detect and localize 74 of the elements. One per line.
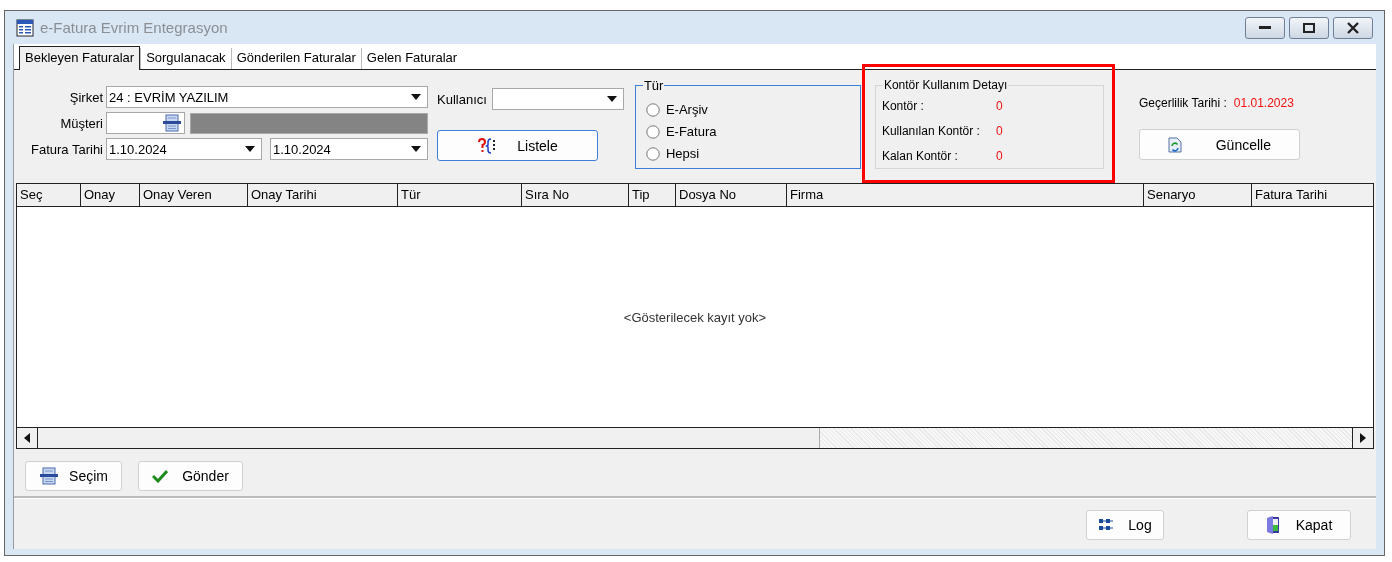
scroll-thumb[interactable]	[38, 428, 820, 448]
close-icon	[1346, 21, 1360, 34]
query-icon	[477, 137, 498, 154]
combo-value: 1.10.2024	[109, 141, 168, 157]
column-header[interactable]: Fatura Tarihi	[1252, 184, 1373, 206]
dropdown-arrow-icon	[411, 94, 421, 100]
field-label: Fatura Tarihi	[30, 141, 103, 157]
radio-label: Hepsi	[665, 146, 700, 161]
minimize-button[interactable]	[1245, 16, 1285, 39]
validity-date: 01.01.2023	[1233, 96, 1294, 110]
date-dropdown[interactable]: 1.10.2024	[270, 138, 428, 160]
field-label: Müşteri	[59, 115, 103, 131]
close-button[interactable]	[1333, 16, 1373, 39]
left-arrow-icon	[24, 433, 30, 443]
tab[interactable]: Bekleyen Faturalar	[19, 46, 141, 70]
scanner-icon	[39, 467, 60, 485]
scroll-left-button[interactable]	[17, 428, 38, 448]
lookup-icon	[162, 114, 182, 132]
log-button[interactable]: Log	[1086, 510, 1164, 540]
column-header[interactable]: Tür	[398, 184, 522, 206]
dropdown-arrow-icon	[411, 146, 421, 152]
customer-field[interactable]	[106, 112, 185, 134]
credit-label: Kontör :	[881, 99, 925, 113]
list-button[interactable]: Listele	[437, 130, 598, 161]
update-button[interactable]: Güncelle	[1138, 129, 1300, 160]
credit-value: 0	[995, 124, 1003, 138]
horizontal-scrollbar[interactable]	[17, 427, 1373, 448]
column-header[interactable]: Firma	[787, 184, 1144, 206]
credit-value: 0	[995, 149, 1003, 163]
radio-button[interactable]	[645, 124, 660, 139]
column-header[interactable]: Sıra No	[522, 184, 629, 206]
column-header[interactable]: Tip	[629, 184, 676, 206]
field-label: Şirket	[68, 89, 103, 105]
minimize-icon	[1259, 25, 1271, 30]
column-header[interactable]: Onay	[81, 184, 140, 206]
field-label: Kullanıcı	[437, 91, 487, 107]
credit-label: Kalan Kontör :	[881, 149, 959, 163]
send-button[interactable]: Gönder	[138, 461, 243, 491]
close-button[interactable]: Kapat	[1247, 510, 1351, 540]
radio-button[interactable]	[645, 102, 660, 117]
scroll-right-button[interactable]	[1352, 428, 1373, 448]
company-dropdown[interactable]: 24 : EVRİM YAZILIM	[106, 86, 428, 108]
combo-value: 1.10.2024	[273, 141, 332, 157]
empty-message: <Gösterilecek kayıt yok>	[623, 309, 767, 325]
tab[interactable]: Gönderilen Faturalar	[230, 48, 361, 69]
combo-value: 24 : EVRİM YAZILIM	[109, 89, 230, 105]
radio-label: E-Arşiv	[665, 102, 708, 117]
column-header[interactable]: Senaryo	[1144, 184, 1252, 206]
column-header[interactable]: Dosya No	[676, 184, 787, 206]
form-icon	[16, 18, 34, 37]
right-arrow-icon	[1360, 433, 1366, 443]
radio-label: E-Fatura	[665, 124, 717, 139]
dropdown-arrow-icon	[606, 96, 617, 102]
door-icon	[1265, 516, 1280, 534]
refresh-icon	[1167, 136, 1182, 153]
group-title: Tür	[642, 78, 665, 93]
radio-button[interactable]	[645, 146, 660, 161]
credit-label: Kullanılan Kontör :	[881, 124, 981, 138]
tab[interactable]: Gelen Faturalar	[360, 48, 463, 69]
validity-label: Geçerlilik Tarihi :	[1139, 96, 1227, 110]
selection-button[interactable]: Seçim	[25, 461, 122, 491]
dropdown-arrow-icon	[245, 146, 255, 152]
column-header[interactable]: Onay Veren	[140, 184, 248, 206]
column-header[interactable]: Onay Tarihi	[248, 184, 398, 206]
maximize-icon	[1303, 22, 1315, 33]
maximize-button[interactable]	[1289, 16, 1329, 39]
window-title: e-Fatura Evrim Entegrasyon	[40, 19, 228, 36]
check-icon	[152, 469, 169, 483]
date-dropdown[interactable]: 1.10.2024	[106, 138, 262, 160]
column-header[interactable]: Seç	[17, 184, 81, 206]
group-title: Kontör Kullanım Detayı	[882, 78, 1009, 92]
credit-value: 0	[995, 99, 1003, 113]
tab[interactable]: Sorgulanacak	[140, 48, 231, 69]
node-list-icon	[1098, 518, 1115, 532]
